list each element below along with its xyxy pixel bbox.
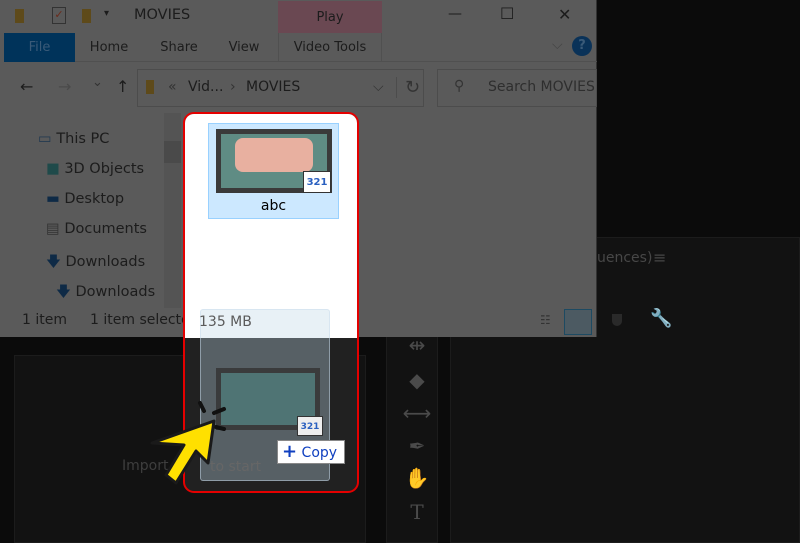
tab-share[interactable]: Share: [150, 33, 208, 62]
desktop-icon: ▬: [46, 191, 60, 207]
status-item-count: 1 item: [22, 312, 67, 328]
tab-file[interactable]: File: [4, 33, 75, 62]
address-dropdown-icon[interactable]: ⌵: [373, 79, 384, 95]
nav-label: Desktop: [64, 191, 125, 207]
play-label: Play: [316, 10, 344, 25]
nav-desktop[interactable]: ▬ Desktop: [46, 191, 124, 207]
download-icon: 🡇: [46, 254, 61, 270]
new-folder-icon[interactable]: [82, 9, 91, 23]
search-icon: ⚲: [454, 78, 465, 94]
file-name: abc: [260, 198, 287, 214]
contextual-tab-play: Play: [278, 1, 382, 33]
cube-icon: ■: [46, 161, 60, 177]
help-icon[interactable]: ?: [572, 36, 592, 56]
nav-scrollbar[interactable]: [164, 113, 181, 308]
premiere-panel-title: uences): [597, 250, 653, 266]
minimize-button[interactable]: —: [448, 6, 462, 22]
large-icons-view-button[interactable]: [564, 309, 592, 335]
ribbon-tabs: File Home Share View Video Tools ⌵ ?: [4, 33, 597, 62]
customize-qat-icon[interactable]: ▾: [104, 8, 109, 19]
file-item-abc[interactable]: 321 abc: [208, 123, 339, 219]
marker-icon[interactable]: [612, 314, 622, 326]
breadcrumb-parent[interactable]: Vid...: [188, 79, 223, 95]
close-button[interactable]: ✕: [558, 5, 571, 24]
scroll-thumb[interactable]: [164, 141, 181, 163]
cursor-arrow-icon: [150, 401, 226, 485]
details-view-button[interactable]: ☷: [540, 313, 560, 329]
document-icon: ▤: [46, 221, 60, 237]
plus-icon: +: [282, 441, 298, 462]
path-overflow[interactable]: «: [168, 79, 177, 95]
search-box[interactable]: ⚲ Search MOVIES: [437, 69, 597, 107]
pen-icon[interactable]: ✒: [402, 434, 432, 458]
panel-menu-icon[interactable]: ≡: [653, 248, 666, 267]
nav-downloads[interactable]: 🡇 Downloads: [46, 251, 145, 276]
forward-button[interactable]: →: [58, 77, 71, 96]
up-button[interactable]: ↑: [116, 77, 129, 96]
tab-home[interactable]: Home: [80, 33, 138, 62]
mpc-badge-icon: 321: [303, 171, 331, 193]
type-icon[interactable]: T: [402, 500, 432, 524]
razor-icon[interactable]: ◆: [402, 368, 432, 392]
copy-drag-label: + Copy: [277, 440, 345, 464]
nav-label: Downloads: [65, 254, 146, 270]
nav-label: Documents: [64, 221, 147, 237]
nav-downloads-sub[interactable]: 🡇 Downloads: [56, 281, 155, 306]
expand-ribbon-icon[interactable]: ⌵: [552, 37, 563, 53]
pc-icon: ▭: [38, 131, 52, 147]
address-bar[interactable]: « Vid... › MOVIES ⌵ ↻: [137, 69, 424, 107]
copy-label: Copy: [301, 445, 338, 461]
back-button[interactable]: ←: [20, 77, 33, 96]
breadcrumb-current[interactable]: MOVIES: [246, 79, 300, 95]
search-input[interactable]: Search MOVIES: [488, 79, 595, 95]
recent-locations-button[interactable]: ⌄: [92, 75, 103, 90]
nav-label: 3D Objects: [64, 161, 145, 177]
properties-icon[interactable]: ✓: [52, 7, 66, 24]
folder-icon: [146, 80, 154, 94]
mpc-badge-icon: 321: [297, 416, 323, 436]
status-size: 135 MB: [199, 314, 252, 330]
nav-3d-objects[interactable]: ■ 3D Objects: [46, 161, 144, 177]
nav-documents[interactable]: ▤ Documents: [46, 221, 147, 237]
nav-this-pc[interactable]: ▭ This PC: [38, 131, 109, 147]
breadcrumb-separator[interactable]: ›: [230, 79, 236, 95]
window-title: MOVIES: [134, 7, 191, 23]
hand-icon[interactable]: ✋: [402, 466, 432, 490]
tab-view[interactable]: View: [216, 33, 272, 62]
tab-video-tools[interactable]: Video Tools: [278, 33, 382, 62]
maximize-button[interactable]: ☐: [500, 4, 514, 23]
wrench-icon[interactable]: 🔧: [650, 308, 672, 329]
refresh-button[interactable]: ↻: [396, 77, 420, 98]
folder-icon: [15, 9, 24, 23]
nav-label: This PC: [56, 131, 110, 147]
title-bar: ✓ ▾ MOVIES Play — ☐ ✕: [0, 0, 597, 33]
slip-icon[interactable]: ⟷: [402, 401, 432, 425]
download-icon: 🡇: [56, 284, 71, 300]
nav-label: Downloads: [75, 284, 156, 300]
